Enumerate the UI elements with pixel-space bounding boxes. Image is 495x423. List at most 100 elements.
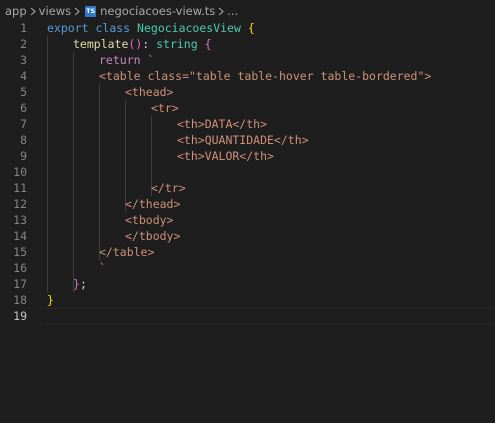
code-text: </tbody>	[125, 228, 180, 244]
code-token: `	[147, 53, 155, 67]
line-number: 10	[13, 165, 27, 179]
breadcrumb-item-views[interactable]: views	[39, 4, 71, 18]
line-number: 13	[13, 213, 27, 227]
indent-guide	[73, 196, 74, 212]
indent-guide	[47, 276, 48, 292]
code-line[interactable]: 1 export class NegociacoesView {	[0, 20, 495, 36]
current-line-highlight	[46, 308, 495, 324]
code-line[interactable]: 12 </thead>	[0, 196, 495, 212]
code-token: <tr>	[151, 101, 179, 115]
code-line[interactable]: 8 <th>QUANTIDADE</th>	[0, 132, 495, 148]
code-line[interactable]: 6 <tr>	[0, 100, 495, 116]
indent-guide	[73, 212, 74, 228]
indent-guide	[47, 68, 48, 84]
code-token: export	[47, 21, 89, 35]
code-token: <thead>	[125, 85, 174, 99]
code-token: ;	[79, 277, 87, 291]
indent-guide	[99, 132, 100, 148]
indent-guide	[73, 180, 74, 196]
indent-guide	[99, 180, 100, 196]
code-token: </tbody>	[125, 229, 181, 243]
code-line[interactable]: 9 <th>VALOR</th>	[0, 148, 495, 164]
code-text: <th>DATA</th>	[177, 116, 267, 132]
line-number: 16	[13, 261, 27, 275]
code-line[interactable]: 5 <thead>	[0, 84, 495, 100]
code-token: `	[99, 261, 106, 275]
code-token: <th>QUANTIDADE</th>	[177, 133, 309, 147]
indent-guide	[47, 244, 48, 260]
code-line[interactable]: 15 </table>	[0, 244, 495, 260]
indent-guide	[47, 180, 48, 196]
line-number: 4	[20, 69, 27, 83]
code-line[interactable]: 4 <table class="table table-hover table-b…	[0, 68, 495, 84]
indent-guide	[47, 100, 48, 116]
indent-guide	[47, 228, 48, 244]
code-token: template	[73, 37, 129, 51]
code-token: string	[156, 37, 198, 51]
code-line[interactable]: 13 <tbody>	[0, 212, 495, 228]
indent-guide	[99, 84, 100, 100]
indent-guide	[151, 164, 152, 180]
code-text: return `	[99, 52, 154, 68]
line-number: 6	[20, 101, 27, 115]
indent-guide	[73, 132, 74, 148]
code-token: }	[73, 277, 80, 291]
indent-guide	[99, 212, 100, 228]
code-line[interactable]: 11 </tr>	[0, 180, 495, 196]
code-text: </thead>	[125, 196, 180, 212]
indent-guide	[47, 212, 48, 228]
indent-guide	[47, 260, 48, 276]
breadcrumb-item-symbol[interactable]: ...	[227, 4, 238, 18]
line-number: 17	[13, 277, 27, 291]
code-token: {	[204, 37, 212, 51]
line-number: 15	[13, 245, 27, 259]
indent-guide	[99, 164, 100, 180]
line-number: 7	[20, 117, 27, 131]
indent-guide	[47, 52, 48, 68]
code-line[interactable]: 16 `	[0, 260, 495, 276]
code-line[interactable]: 18}	[0, 292, 495, 308]
code-text: <th>VALOR</th>	[177, 148, 274, 164]
indent-guide	[47, 36, 48, 52]
code-text: }	[47, 292, 54, 308]
code-token: <th>DATA</th>	[177, 117, 268, 131]
code-text: };	[73, 276, 87, 292]
code-line[interactable]: 14 </tbody>	[0, 228, 495, 244]
code-line[interactable]: 3 return `	[0, 52, 495, 68]
code-token: :	[142, 37, 157, 51]
indent-guide	[47, 164, 48, 180]
indent-guide	[47, 116, 48, 132]
code-text: <tbody>	[125, 212, 173, 228]
breadcrumb-item-app[interactable]: app	[5, 4, 27, 18]
line-number: 3	[20, 53, 27, 67]
line-number: 9	[20, 149, 27, 163]
code-token: return	[99, 53, 141, 67]
code-line[interactable]: 17};	[0, 276, 495, 292]
line-number: 19	[13, 309, 27, 323]
code-token: }	[47, 293, 54, 307]
breadcrumb-item-file[interactable]: negociacoes-view.ts	[100, 4, 215, 18]
code-token: <tbody>	[125, 213, 174, 227]
code-text: <table class="table table-hover table-bo…	[99, 68, 431, 84]
code-editor[interactable]: app views TS negociacoes-view.ts ... 1 ex…	[0, 0, 495, 423]
code-line[interactable]: 2 template(): string {	[0, 36, 495, 52]
indent-guide	[47, 132, 48, 148]
indent-guide	[47, 148, 48, 164]
line-number: 2	[20, 37, 27, 51]
code-text: `	[99, 260, 106, 276]
breadcrumb: app views TS negociacoes-view.ts ...	[0, 0, 495, 22]
code-token: </thead>	[125, 197, 181, 211]
code-line[interactable]: 7 <th>DATA</th>	[0, 116, 495, 132]
code-token: <th>VALOR</th>	[177, 149, 274, 163]
code-line[interactable]: 19	[0, 308, 495, 324]
line-number: 14	[13, 229, 27, 243]
indent-guide	[47, 196, 48, 212]
indent-guide	[73, 148, 74, 164]
indent-guide	[151, 148, 152, 164]
code-text: </table>	[99, 244, 154, 260]
indent-guide	[73, 116, 74, 132]
code-line[interactable]: 10	[0, 164, 495, 180]
indent-guide	[73, 260, 74, 276]
